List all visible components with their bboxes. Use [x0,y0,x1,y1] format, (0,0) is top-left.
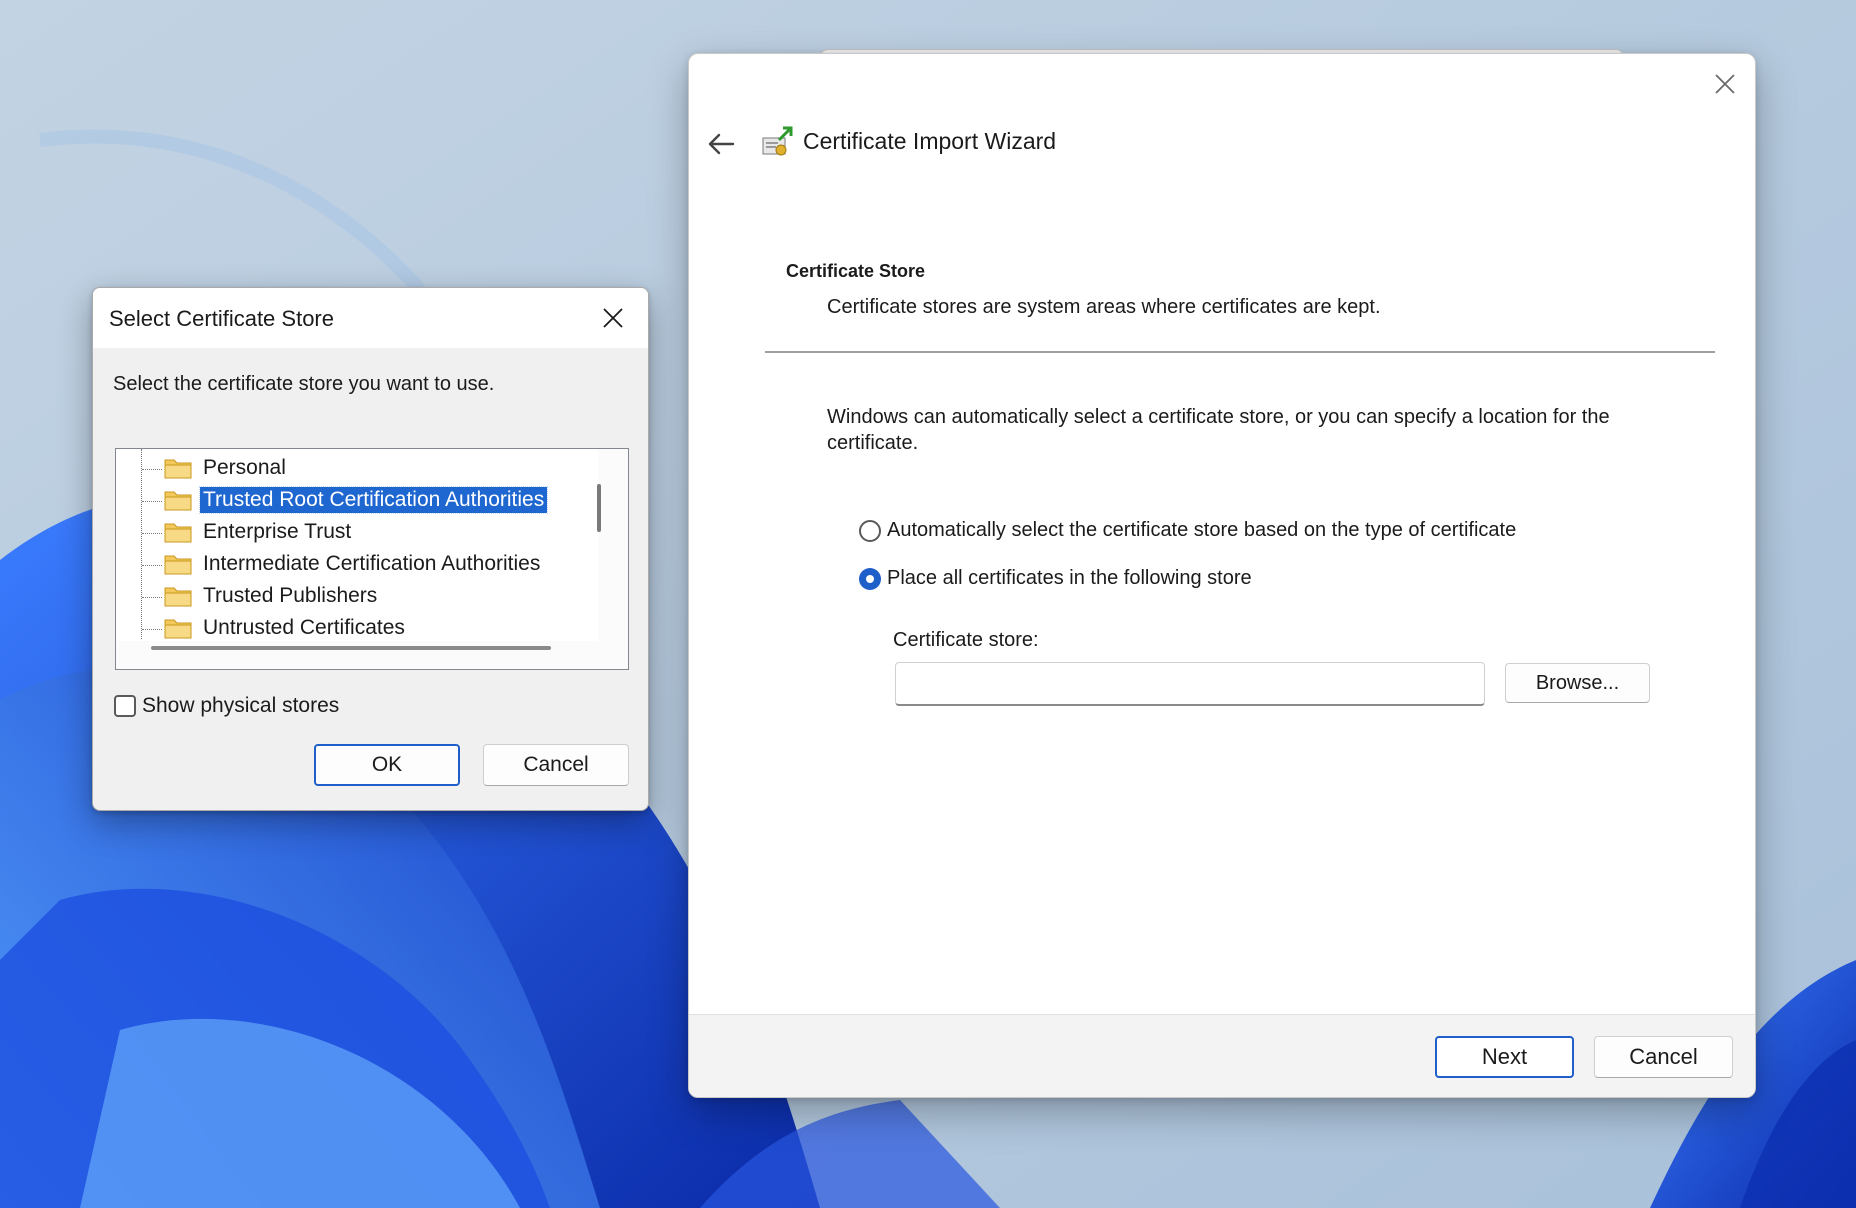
browse-button[interactable]: Browse... [1505,663,1650,703]
back-arrow-icon [708,133,735,155]
intro-text: Windows can automatically select a certi… [827,406,1610,454]
tree-item-label: Untrusted Certificates [203,616,405,639]
radio-auto-select[interactable]: Automatically select the certificate sto… [859,519,1516,542]
folder-icon [164,555,192,575]
wizard-close-button[interactable] [1705,64,1745,104]
tree-item-trusted-publishers[interactable]: Trusted Publishers [142,581,380,611]
show-physical-stores-checkbox[interactable]: Show physical stores [114,694,339,718]
show-physical-stores-label: Show physical stores [142,694,340,717]
close-icon [603,308,623,328]
next-button[interactable]: Next [1435,1036,1574,1078]
section-heading: Certificate Store [786,261,926,281]
tree-item-label: Trusted Publishers [203,584,378,607]
section-divider [765,351,1715,353]
folder-icon [164,523,192,543]
radio-button-checked[interactable] [859,567,881,590]
dialog-close-button[interactable] [593,298,633,338]
tree-item-label: Enterprise Trust [203,520,352,543]
folder-icon [164,619,192,639]
wizard-title: Certificate Import Wizard [803,128,1057,154]
radio-place-in-store-label: Place all certificates in the following … [887,567,1252,589]
certificate-store-label: Certificate store: [893,629,1039,651]
tree-item-enterprise-trust[interactable]: Enterprise Trust [142,517,354,547]
folder-icon [164,491,192,511]
folder-icon [164,587,192,607]
dialog-cancel-button[interactable]: Cancel [483,744,629,786]
radio-button-unchecked[interactable] [859,519,881,542]
tree-item-personal[interactable]: Personal [142,453,289,483]
tree-item-trusted-root[interactable]: Trusted Root Certification Authorities [142,485,549,515]
dialog-titlebar: Select Certificate Store [93,288,648,348]
vertical-scroll-thumb[interactable] [597,484,601,532]
wizard-back-button[interactable] [701,124,741,164]
select-certificate-store-dialog: Select Certificate Store Select the cert… [92,287,649,811]
dialog-prompt: Select the certificate store you want to… [113,373,495,395]
tree-item-label: Personal [203,456,286,479]
checkbox-unchecked[interactable] [114,695,136,717]
wizard-cancel-button[interactable]: Cancel [1594,1036,1733,1078]
ok-button[interactable]: OK [314,744,460,786]
radio-auto-select-label: Automatically select the certificate sto… [887,519,1517,541]
certificate-import-icon [762,126,793,156]
tree-vertical-scroll-track[interactable] [598,449,628,669]
tree-item-label: Intermediate Certification Authorities [203,552,541,575]
certificate-import-wizard-window: Certificate Import Wizard Certificate St… [688,53,1756,1098]
tree-item-intermediate[interactable]: Intermediate Certification Authorities [142,549,543,579]
certificate-store-input[interactable] [895,662,1485,706]
certificate-store-tree[interactable]: Personal Trusted Root Certification Auth… [115,448,629,670]
radio-place-in-store[interactable]: Place all certificates in the following … [859,567,1252,590]
tree-item-untrusted[interactable]: Untrusted Certificates [142,613,408,643]
section-description: Certificate stores are system areas wher… [827,296,1381,318]
dialog-title: Select Certificate Store [109,306,334,331]
close-icon [1715,74,1735,94]
folder-icon [164,459,192,479]
tree-item-label-selected: Trusted Root Certification Authorities [198,486,549,514]
horizontal-scroll-thumb[interactable] [151,646,551,650]
